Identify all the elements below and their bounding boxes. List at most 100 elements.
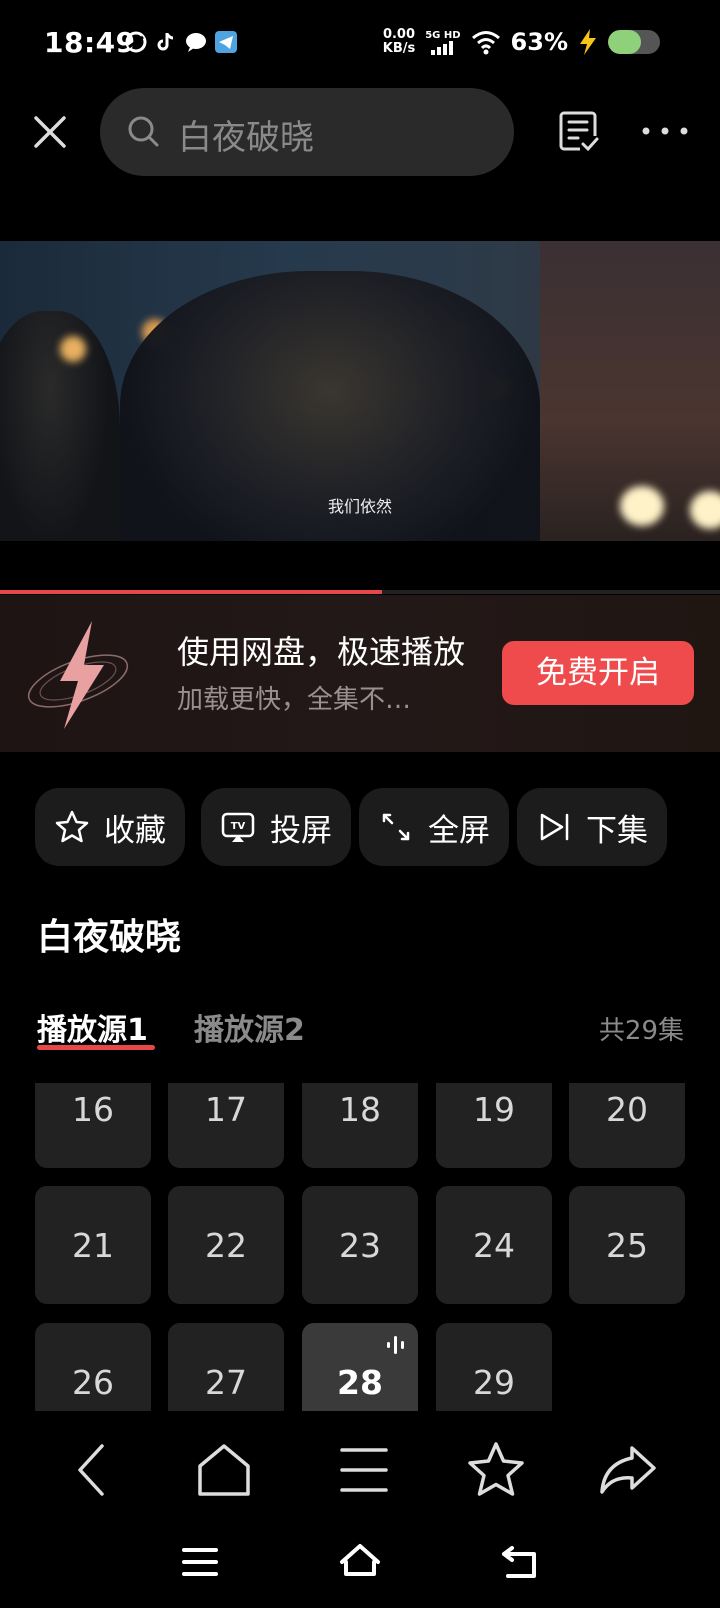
system-nav-bar (0, 1520, 720, 1608)
more-icon (642, 127, 688, 135)
status-time: 18:49 (44, 26, 136, 59)
episode-number: 24 (473, 1226, 515, 1265)
system-home-button[interactable] (338, 1540, 382, 1584)
system-back-button[interactable] (498, 1540, 542, 1584)
message-icon (184, 30, 208, 54)
net-speed-unit: KB/s (382, 41, 416, 56)
free-enable-button[interactable]: 免费开启 (502, 641, 694, 705)
menu-button[interactable] (332, 1438, 396, 1502)
action-bar: 收藏 TV 投屏 全屏 下集 (35, 788, 685, 866)
home-button[interactable] (192, 1438, 256, 1502)
episode-number: 22 (205, 1226, 247, 1265)
cellular-signal: 5G HD (425, 29, 461, 55)
bookmark-button[interactable] (464, 1438, 528, 1502)
promo-subtitle: 加载更快，全集不… (177, 685, 412, 715)
episode-tile[interactable]: 20 (569, 1083, 685, 1168)
menu-icon (340, 1448, 388, 1492)
episode-number: 20 (606, 1090, 648, 1129)
checklist-icon (559, 111, 599, 152)
active-tab-indicator (37, 1045, 155, 1050)
wifi-icon (471, 31, 500, 55)
episode-tile[interactable]: 16 (35, 1083, 151, 1168)
episode-tile[interactable]: 17 (168, 1083, 284, 1168)
episode-tile[interactable]: 26 (35, 1323, 151, 1411)
share-button[interactable] (596, 1438, 660, 1502)
episode-tile[interactable]: 19 (436, 1083, 552, 1168)
app-notification-icon (124, 30, 148, 54)
favorite-button[interactable]: 收藏 (35, 788, 185, 866)
close-button[interactable] (30, 112, 70, 152)
playback-progress-bar[interactable] (0, 590, 720, 594)
episode-tile[interactable]: 22 (168, 1186, 284, 1304)
episode-number: 29 (473, 1363, 515, 1402)
episode-number: 25 (606, 1226, 648, 1265)
cloud-drive-promo: 使用网盘，极速播放 加载更快，全集不… 免费开启 (0, 595, 720, 752)
net-speed-value: 0.00 (382, 27, 416, 42)
episode-number: 26 (72, 1363, 114, 1402)
tab-source-2[interactable]: 播放源2 (194, 1005, 305, 1049)
episode-tile[interactable]: 21 (35, 1186, 151, 1304)
episode-number: 18 (339, 1090, 381, 1129)
episode-tile[interactable]: 18 (302, 1083, 418, 1168)
battery-indicator (608, 30, 660, 54)
fullscreen-button[interactable]: 全屏 (359, 788, 509, 866)
promo-title: 使用网盘，极速播放 (177, 633, 466, 671)
svg-text:TV: TV (231, 821, 246, 832)
net-speed: 0.00 KB/s (383, 28, 415, 56)
episode-grid: 16 17 18 19 20 21 22 23 24 25 26 27 28 29 (0, 1083, 720, 1411)
star-outline-icon (468, 1442, 524, 1496)
episode-tile[interactable]: 24 (436, 1186, 552, 1304)
system-home-icon (340, 1544, 380, 1576)
system-recents-button[interactable] (178, 1540, 222, 1584)
fullscreen-icon (382, 813, 410, 841)
episode-tile[interactable]: 23 (302, 1186, 418, 1304)
episode-number: 21 (72, 1226, 114, 1265)
video-player[interactable]: 我们依然 (0, 241, 720, 541)
telegram-icon (214, 30, 238, 54)
back-arrow-icon (78, 1444, 104, 1496)
close-icon (34, 116, 66, 148)
favorite-label: 收藏 (104, 812, 166, 849)
status-indicators: 0.00 KB/s 5G HD 63% (383, 28, 660, 56)
next-episode-button[interactable]: 下集 (517, 788, 667, 866)
episode-number: 28 (337, 1363, 383, 1402)
episode-tile[interactable]: 29 (436, 1323, 552, 1411)
search-input[interactable]: 白夜破晓 (178, 110, 314, 159)
episode-number: 19 (473, 1090, 515, 1129)
charging-icon (580, 29, 596, 55)
episode-count: 共29集 (598, 1016, 684, 1046)
tiktok-icon (154, 30, 178, 54)
show-title: 白夜破晓 (37, 917, 182, 958)
signal-bars-icon (430, 40, 453, 55)
episode-tile-current[interactable]: 28 (302, 1323, 418, 1411)
episode-tile[interactable]: 27 (168, 1323, 284, 1411)
next-episode-label: 下集 (586, 812, 648, 849)
signal-label: 5G HD (425, 29, 461, 41)
system-back-icon (502, 1546, 536, 1578)
status-bar: 18:49 0.00 KB/s 5G HD 63% (0, 0, 720, 88)
status-app-icons (124, 30, 238, 54)
episode-number: 16 (72, 1090, 114, 1129)
cast-button[interactable]: TV 投屏 (201, 788, 351, 866)
fullscreen-label: 全屏 (428, 812, 490, 849)
episode-number: 23 (339, 1226, 381, 1265)
battery-percent: 63% (510, 28, 568, 56)
cast-label: 投屏 (270, 812, 332, 849)
back-button[interactable] (60, 1438, 124, 1502)
search-icon (128, 116, 159, 147)
episode-number: 17 (205, 1090, 247, 1129)
next-episode-icon (540, 813, 569, 841)
video-subtitle: 我们依然 (327, 497, 392, 516)
more-options-button[interactable] (640, 116, 690, 146)
search-box[interactable]: 白夜破晓 (100, 88, 514, 176)
episode-list-button[interactable] (556, 108, 602, 154)
video-light (60, 336, 86, 362)
browser-bottom-nav (0, 1420, 720, 1520)
tab-source-1[interactable]: 播放源1 (37, 1005, 148, 1049)
episode-number: 27 (205, 1363, 247, 1402)
cast-icon: TV (221, 812, 255, 842)
episode-tile[interactable]: 25 (569, 1186, 685, 1304)
recents-icon (182, 1548, 218, 1576)
playback-progress-fill (0, 590, 382, 594)
lightning-logo-icon (27, 621, 129, 729)
